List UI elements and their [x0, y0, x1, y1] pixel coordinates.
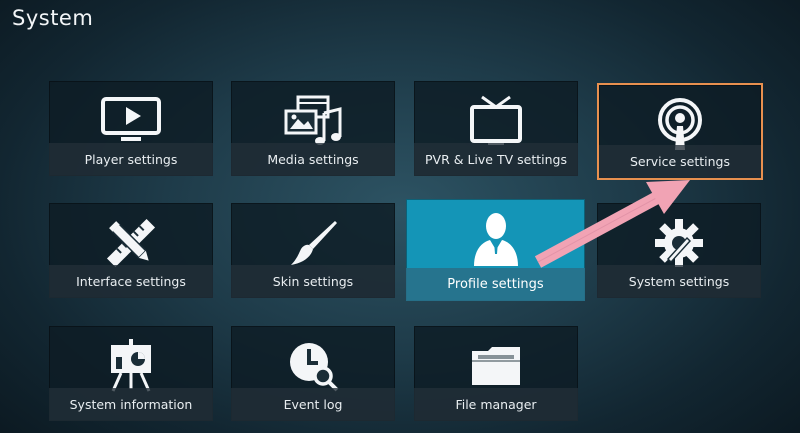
pencil-ruler-icon	[49, 215, 213, 271]
paintbrush-icon	[231, 215, 395, 271]
tile-label: Skin settings	[231, 265, 395, 298]
tile-label: System information	[49, 388, 213, 421]
tile-system-settings[interactable]: System settings	[597, 203, 761, 298]
tile-label: Service settings	[599, 145, 761, 178]
tile-player-settings[interactable]: Player settings	[49, 81, 213, 176]
tile-label: Event log	[231, 388, 395, 421]
clock-search-icon	[231, 338, 395, 394]
tile-label: System settings	[597, 265, 761, 298]
tile-label: Media settings	[231, 143, 395, 176]
tile-interface-settings[interactable]: Interface settings	[49, 203, 213, 298]
gear-wrench-icon	[597, 215, 761, 271]
monitor-play-icon	[49, 93, 213, 149]
tv-icon	[414, 93, 578, 149]
tile-file-manager[interactable]: File manager	[414, 326, 578, 421]
folder-icon	[414, 338, 578, 394]
presentation-board-icon	[49, 338, 213, 394]
tile-label: Profile settings	[406, 268, 585, 301]
tile-service-settings[interactable]: Service settings	[599, 85, 761, 178]
tile-label: Interface settings	[49, 265, 213, 298]
media-icon	[231, 93, 395, 149]
tile-skin-settings[interactable]: Skin settings	[231, 203, 395, 298]
tile-label: PVR & Live TV settings	[414, 143, 578, 176]
user-profile-icon	[406, 209, 585, 267]
tile-pvr-live-tv-settings[interactable]: PVR & Live TV settings	[414, 81, 578, 176]
page-title: System	[12, 6, 94, 30]
tile-media-settings[interactable]: Media settings	[231, 81, 395, 176]
tile-system-information[interactable]: System information	[49, 326, 213, 421]
tile-profile-settings[interactable]: Profile settings	[406, 199, 585, 301]
tile-label: File manager	[414, 388, 578, 421]
tile-event-log[interactable]: Event log	[231, 326, 395, 421]
tile-label: Player settings	[49, 143, 213, 176]
